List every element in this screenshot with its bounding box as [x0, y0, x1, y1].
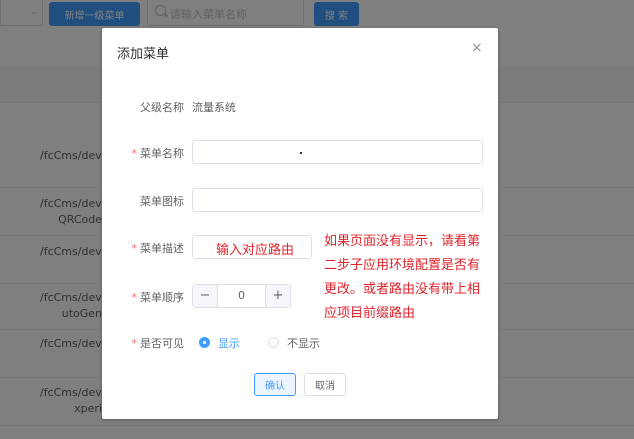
- close-icon[interactable]: ×: [471, 41, 483, 55]
- radio-hide[interactable]: [268, 337, 279, 348]
- radio-show-label[interactable]: 显示: [218, 335, 240, 351]
- required-mark: *: [131, 147, 138, 160]
- menu-name-input[interactable]: [192, 140, 483, 164]
- increment-button[interactable]: +: [265, 285, 290, 307]
- required-mark: *: [131, 337, 138, 350]
- parent-name-label: 父级名称: [140, 101, 184, 114]
- menu-order-label-text: 菜单顺序: [140, 291, 184, 304]
- note-line: 如果页面没有显示，请看第: [324, 234, 481, 249]
- note-line: 二步子应用环境配置是否有: [324, 258, 481, 273]
- menu-icon-input[interactable]: [192, 188, 483, 212]
- text-cursor: [300, 152, 302, 154]
- menu-name-label-text: 菜单名称: [140, 147, 184, 160]
- parent-name-value: 流量系统: [192, 101, 236, 114]
- order-stepper[interactable]: − 0 +: [192, 284, 291, 308]
- required-mark: *: [131, 242, 138, 255]
- note-line: 更改。或者路由没有带上相: [324, 282, 481, 297]
- visible-label-text: 是否可见: [140, 337, 184, 350]
- menu-desc-label-text: 菜单描述: [140, 242, 184, 255]
- radio-show[interactable]: [199, 337, 210, 348]
- note-annotation: 如果页面没有显示，请看第 二步子应用环境配置是否有 更改。或者路由没有带上相 应…: [324, 230, 524, 326]
- confirm-button[interactable]: 确认: [254, 373, 296, 396]
- menu-name-label: * 菜单名称: [102, 145, 185, 161]
- route-hint-annotation: 输入对应路由: [216, 243, 295, 258]
- menu-desc-label: * 菜单描述: [102, 240, 185, 256]
- menu-icon-label: 菜单图标: [140, 195, 184, 208]
- note-line: 应项目前缀路由: [324, 306, 416, 321]
- visible-label: * 是否可见: [102, 335, 185, 351]
- order-value[interactable]: 0: [218, 289, 265, 302]
- decrement-button[interactable]: −: [193, 285, 218, 307]
- dialog-title: 添加菜单: [117, 47, 170, 62]
- add-menu-dialog: 添加菜单 × 父级名称 流量系统 * 菜单名称 菜单图标 * 菜单描述 * 菜单顺序 …: [102, 28, 498, 419]
- menu-order-label: * 菜单顺序: [102, 289, 185, 305]
- required-mark: *: [131, 291, 138, 304]
- cancel-button[interactable]: 取消: [304, 373, 346, 396]
- radio-hide-label[interactable]: 不显示: [287, 335, 320, 351]
